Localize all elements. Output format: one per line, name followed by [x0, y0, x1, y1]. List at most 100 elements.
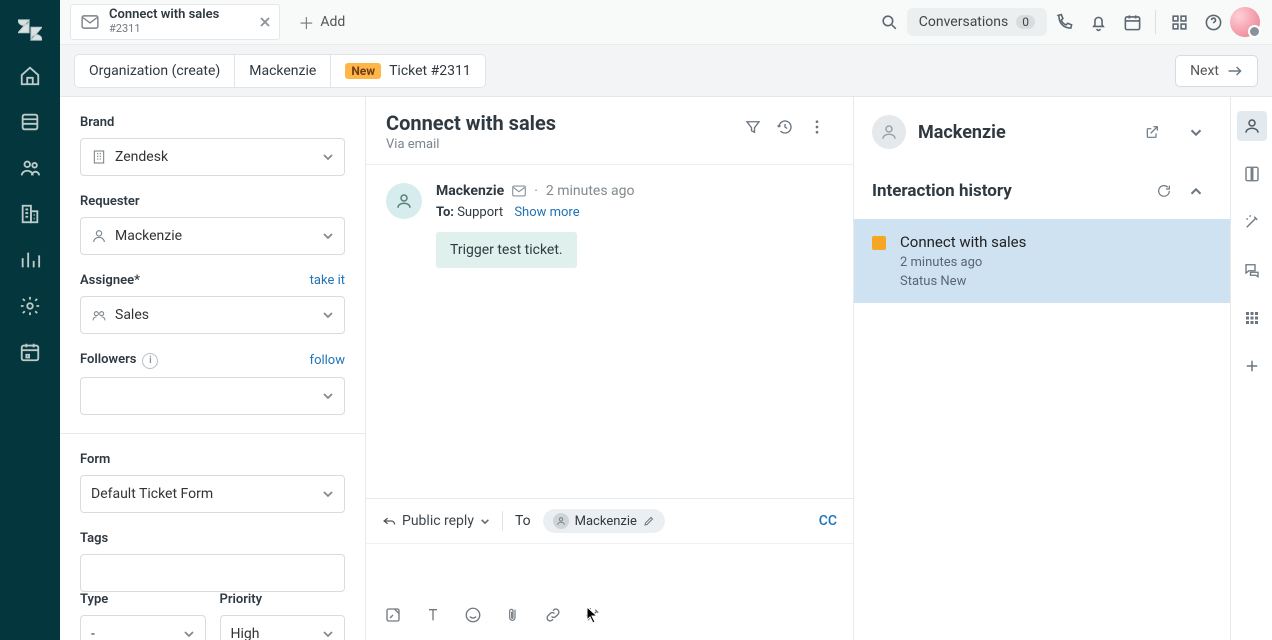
chevron-down-icon: [322, 311, 334, 319]
history-item-status-value: New: [940, 274, 966, 289]
link-icon[interactable]: [542, 604, 564, 626]
info-icon[interactable]: i: [142, 353, 158, 369]
user-context-app-icon[interactable]: [1237, 111, 1267, 141]
knowledge-app-icon[interactable]: [1237, 159, 1267, 189]
admin-gear-icon[interactable]: [18, 294, 42, 318]
composer-textarea[interactable]: [366, 544, 853, 594]
brand-dropdown[interactable]: Zendesk: [80, 138, 345, 176]
conversation-title: Connect with sales: [386, 111, 556, 135]
assignee-value: Sales: [115, 307, 149, 323]
apps-rail: [1230, 97, 1272, 640]
type-dropdown[interactable]: -: [80, 615, 206, 640]
sparkle-app-icon[interactable]: [1237, 207, 1267, 237]
chevron-down-icon: [322, 490, 334, 498]
help-icon[interactable]: [1196, 5, 1230, 39]
tags-label: Tags: [80, 531, 345, 546]
context-avatar: [872, 115, 906, 149]
history-item-time: 2 minutes ago: [900, 255, 1026, 270]
external-link-icon[interactable]: [1136, 116, 1168, 148]
next-button[interactable]: Next: [1175, 55, 1258, 87]
top-tabs-bar: Connect with sales #2311 ＋ Add Conversat…: [60, 0, 1272, 45]
chevron-down-icon[interactable]: [1180, 116, 1212, 148]
customers-icon[interactable]: [18, 156, 42, 180]
search-icon[interactable]: [873, 5, 907, 39]
type-value: -: [91, 626, 95, 640]
history-item-status-label: Status: [900, 274, 937, 289]
chevron-down-icon: [322, 630, 334, 638]
new-badge: New: [345, 63, 381, 79]
add-app-icon[interactable]: [1237, 351, 1267, 381]
notifications-bell-icon[interactable]: [1081, 5, 1115, 39]
left-nav-rail: [0, 0, 60, 640]
history-clock-icon[interactable]: [769, 111, 801, 143]
recipient-avatar-icon: [553, 513, 569, 529]
reply-mode-label: Public reply: [402, 513, 474, 529]
recipient-name: Mackenzie: [575, 514, 637, 529]
assignee-dropdown[interactable]: Sales: [80, 296, 345, 334]
conversations-button[interactable]: Conversations 0: [907, 8, 1047, 36]
chevron-down-icon: [322, 153, 334, 161]
conversations-count: 0: [1016, 15, 1035, 29]
interaction-history-item[interactable]: Connect with sales 2 minutes ago Status …: [854, 219, 1230, 303]
requester-dropdown[interactable]: Mackenzie: [80, 217, 345, 255]
next-button-label: Next: [1190, 63, 1219, 79]
priority-dropdown[interactable]: High: [220, 615, 346, 640]
more-options-icon[interactable]: [801, 111, 833, 143]
close-tab-icon[interactable]: [229, 16, 271, 28]
tags-input[interactable]: [80, 554, 345, 592]
ticket-tab[interactable]: Connect with sales #2311: [70, 4, 280, 40]
crumb-ticket-label: Ticket #2311: [389, 63, 471, 79]
type-label: Type: [80, 592, 206, 607]
reply-mode-dropdown[interactable]: Public reply: [382, 513, 490, 529]
composer: Public reply To Mackenzie CC: [366, 498, 853, 640]
mail-icon: [81, 15, 99, 29]
message-body: Trigger test ticket.: [436, 232, 577, 268]
home-icon[interactable]: [18, 64, 42, 88]
emoji-icon[interactable]: [462, 604, 484, 626]
show-more-link[interactable]: Show more: [514, 205, 579, 220]
group-icon: [91, 307, 107, 323]
chat-app-icon[interactable]: [1237, 255, 1267, 285]
text-format-icon[interactable]: [422, 604, 444, 626]
chevron-down-icon: [183, 630, 195, 638]
phone-icon[interactable]: [1047, 5, 1081, 39]
filter-icon[interactable]: [737, 111, 769, 143]
apps-grid-icon[interactable]: [1162, 5, 1196, 39]
conversations-label: Conversations: [919, 14, 1008, 30]
history-item-title: Connect with sales: [900, 233, 1026, 251]
zendesk-logo-icon[interactable]: [18, 18, 42, 42]
brand-value: Zendesk: [115, 149, 168, 165]
context-panel: Mackenzie Interaction history Connect wi…: [854, 97, 1230, 640]
ticket-properties-panel: Brand Zendesk Requester Mackenzie: [60, 97, 366, 640]
chevron-up-icon[interactable]: [1180, 175, 1212, 207]
calendar-icon[interactable]: [1115, 5, 1149, 39]
recipient-chip[interactable]: Mackenzie: [543, 509, 665, 533]
reporting-icon[interactable]: [18, 248, 42, 272]
calendar-nav-icon[interactable]: [18, 340, 42, 364]
views-icon[interactable]: [18, 110, 42, 134]
organizations-icon[interactable]: [18, 202, 42, 226]
followers-dropdown[interactable]: [80, 377, 345, 415]
crumb-ticket[interactable]: New Ticket #2311: [331, 54, 485, 88]
chevron-down-icon: [322, 232, 334, 240]
follow-link[interactable]: follow: [310, 353, 345, 368]
add-tab-button[interactable]: ＋ Add: [298, 10, 345, 34]
magic-wand-icon[interactable]: [582, 604, 604, 626]
attachment-icon[interactable]: [502, 604, 524, 626]
priority-value: High: [231, 626, 260, 640]
edit-pencil-icon[interactable]: [643, 515, 655, 527]
crumb-organization[interactable]: Organization (create): [74, 54, 235, 88]
message-time: 2 minutes ago: [546, 183, 635, 199]
refresh-icon[interactable]: [1148, 175, 1180, 207]
profile-avatar[interactable]: [1230, 7, 1260, 37]
context-user-name: Mackenzie: [918, 122, 1006, 143]
grid-app-icon[interactable]: [1237, 303, 1267, 333]
compose-note-icon[interactable]: [382, 604, 404, 626]
cc-link[interactable]: CC: [819, 513, 837, 529]
message-to-value: Support: [457, 205, 503, 220]
crumb-user[interactable]: Mackenzie: [235, 54, 331, 88]
take-it-link[interactable]: take it: [310, 273, 345, 288]
plus-icon: ＋: [298, 10, 314, 34]
form-value: Default Ticket Form: [91, 486, 213, 502]
form-dropdown[interactable]: Default Ticket Form: [80, 475, 345, 513]
